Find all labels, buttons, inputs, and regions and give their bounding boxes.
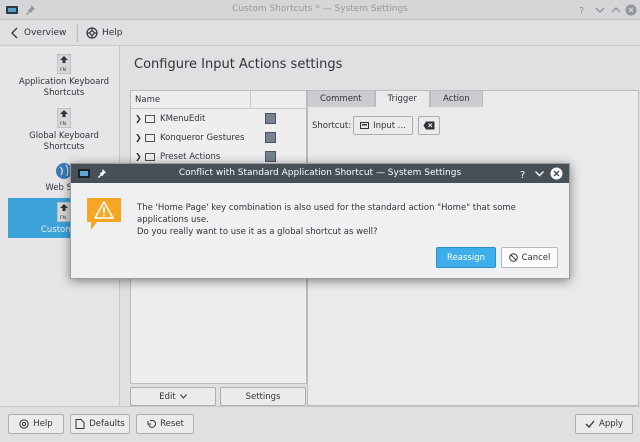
svg-text:?: ? bbox=[520, 170, 525, 179]
dialog-message: The 'Home Page' key combination is also … bbox=[137, 202, 557, 238]
dialog-message-line: Do you really want to use it as a global… bbox=[137, 227, 378, 237]
warning-icon bbox=[87, 198, 121, 230]
dialog-message-line: The 'Home Page' key combination is also … bbox=[137, 203, 516, 225]
help-icon[interactable]: ? bbox=[518, 168, 529, 179]
cancel-label: Cancel bbox=[521, 252, 551, 263]
close-icon[interactable] bbox=[550, 167, 563, 180]
dialog-title: Conflict with Standard Application Short… bbox=[178, 168, 462, 178]
conflict-dialog: Conflict with Standard Application Short… bbox=[70, 163, 570, 279]
minimize-icon[interactable] bbox=[534, 168, 545, 179]
reassign-label: Reassign bbox=[447, 252, 485, 263]
reassign-button[interactable]: Reassign bbox=[436, 247, 496, 268]
dialog-titlebar: Conflict with Standard Application Short… bbox=[71, 164, 569, 183]
cancel-button[interactable]: Cancel bbox=[501, 247, 558, 268]
cancel-icon bbox=[508, 253, 518, 262]
